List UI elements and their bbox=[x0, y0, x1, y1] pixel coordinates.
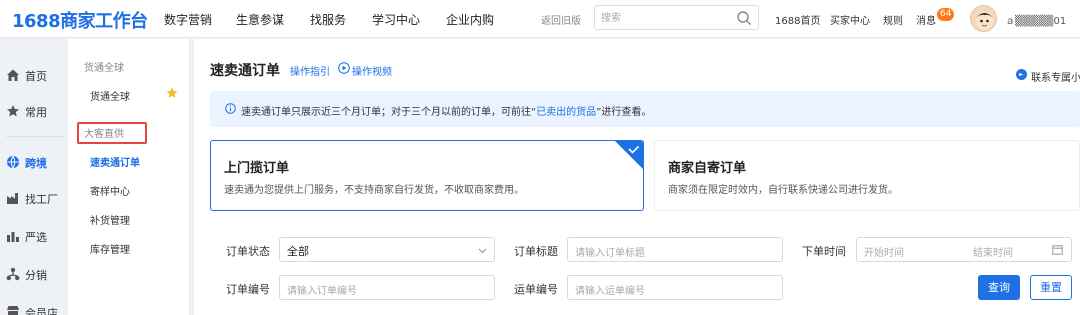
top-bar: 1688商家工作台 数字营销 生意参谋 找服务 学习中心 企业内购 返回旧版 1… bbox=[0, 0, 1080, 38]
username[interactable]: ａ▒▒▒▒▒01 bbox=[1005, 12, 1066, 27]
search-box bbox=[594, 5, 759, 30]
order-title-placeholder: 请输入订单标题 bbox=[575, 248, 645, 259]
card-description: 速卖通为您提供上门服务，不支持商家自行发货，不收取商家费用。 bbox=[224, 185, 524, 196]
order-status-value: 全部 bbox=[287, 245, 309, 258]
store-icon bbox=[7, 306, 19, 315]
message-count-badge: 64 bbox=[937, 8, 955, 21]
search-icon[interactable] bbox=[736, 10, 752, 26]
factory-icon bbox=[7, 193, 18, 204]
notice-text: 速卖通订单只展示近三个月订单；对于三个月以前的订单，可前往“已卖出的货品”进行查… bbox=[241, 103, 651, 118]
order-number-placeholder: 请输入订单编号 bbox=[287, 286, 357, 297]
rail-item-member-store[interactable]: 会员店 bbox=[0, 297, 68, 315]
chart-icon bbox=[7, 232, 19, 242]
nav-enterprise-purchase[interactable]: 企业内购 bbox=[446, 11, 494, 28]
submenu-item-inventory[interactable]: 库存管理 bbox=[90, 241, 130, 256]
rail-item-label: 会员店 bbox=[25, 307, 58, 315]
order-number-label: 订单编号 bbox=[226, 283, 270, 296]
order-status-select[interactable]: 全部 bbox=[279, 237, 495, 262]
rail-item-label: 严选 bbox=[25, 231, 47, 244]
rail-item-frequent[interactable]: 常用 bbox=[0, 96, 68, 126]
rail-item-selected[interactable]: 严选 bbox=[0, 221, 68, 251]
nav-business-advisor[interactable]: 生意参谋 bbox=[236, 11, 284, 28]
secondary-sidebar: 货通全球 货通全球 大客直供 速卖通订单 寄样中心 补货管理 库存管理 bbox=[68, 39, 190, 315]
rail-item-find-factory[interactable]: 找工厂 bbox=[0, 183, 68, 213]
info-notice: 速卖通订单只展示近三个月订单；对于三个月以前的订单，可前往“已卖出的货品”进行查… bbox=[210, 91, 1080, 127]
order-date-range-picker[interactable]: 开始时间 结束时间 bbox=[856, 237, 1072, 262]
order-time-label: 下单时间 bbox=[802, 245, 846, 258]
notice-text-after: ”进行查看。 bbox=[596, 107, 652, 118]
submenu-item-global[interactable]: 货通全球 bbox=[90, 88, 130, 103]
main-content: 速卖通订单 操作指引 操作视频 联系专属小二 速卖通订单只展示近三个月订单；对于… bbox=[194, 39, 1080, 315]
card-description: 商家须在限定时效内，自行联系快递公司进行发货。 bbox=[668, 185, 898, 196]
search-input[interactable] bbox=[601, 10, 731, 26]
operation-guide-link[interactable]: 操作指引 bbox=[290, 63, 330, 78]
rail-item-label: 常用 bbox=[25, 106, 47, 119]
info-icon bbox=[225, 103, 236, 114]
chevron-down-icon bbox=[478, 248, 487, 254]
contact-assistant-link[interactable]: 联系专属小二 bbox=[1031, 69, 1080, 84]
card-title: 商家自寄订单 bbox=[668, 161, 747, 176]
nav-digital-marketing[interactable]: 数字营销 bbox=[164, 11, 212, 28]
globe-icon bbox=[7, 155, 19, 169]
rail-divider bbox=[6, 136, 64, 137]
order-type-card-pickup[interactable]: 上门揽订单 速卖通为您提供上门服务，不支持商家自行发货，不收取商家费用。 bbox=[210, 140, 644, 211]
page-title: 速卖通订单 bbox=[210, 63, 280, 79]
rail-item-distribution[interactable]: 分销 bbox=[0, 259, 68, 289]
selected-check-icon bbox=[615, 141, 643, 169]
waybill-number-input[interactable]: 请输入运单编号 bbox=[567, 275, 783, 300]
notice-text-before: 速卖通订单只展示近三个月订单；对于三个月以前的订单，可前往“ bbox=[241, 107, 537, 118]
star-icon bbox=[7, 105, 19, 117]
order-number-input[interactable]: 请输入订单编号 bbox=[279, 275, 495, 300]
submenu-item-aliexpress-orders[interactable]: 速卖通订单 bbox=[90, 154, 140, 169]
order-status-label: 订单状态 bbox=[226, 245, 270, 258]
chat-icon[interactable] bbox=[1016, 69, 1027, 80]
play-icon[interactable] bbox=[338, 62, 350, 74]
waybill-number-label: 运单编号 bbox=[514, 283, 558, 296]
order-type-card-self-ship[interactable]: 商家自寄订单 商家须在限定时效内，自行联系快递公司进行发货。 bbox=[654, 140, 1080, 211]
submenu-item-restock[interactable]: 补货管理 bbox=[90, 212, 130, 227]
start-time-placeholder: 开始时间 bbox=[864, 248, 904, 259]
rail-item-cross-border[interactable]: 跨境 bbox=[0, 147, 68, 177]
app-logo[interactable]: 1688商家工作台 bbox=[12, 7, 148, 33]
end-time-placeholder: 结束时间 bbox=[973, 248, 1013, 259]
calendar-icon bbox=[1052, 245, 1063, 255]
operation-video-link[interactable]: 操作视频 bbox=[352, 63, 392, 78]
annotation-highlight-box bbox=[77, 122, 147, 144]
rail-item-label: 跨境 bbox=[25, 157, 47, 170]
favorite-star-icon[interactable] bbox=[166, 87, 178, 99]
home-icon bbox=[7, 69, 19, 81]
rail-item-label: 找工厂 bbox=[25, 193, 58, 206]
order-title-label: 订单标题 bbox=[514, 245, 558, 258]
search-button[interactable]: 查询 bbox=[978, 275, 1020, 300]
card-title: 上门揽订单 bbox=[224, 161, 290, 176]
reset-button[interactable]: 重置 bbox=[1030, 275, 1072, 300]
rail-item-label: 分销 bbox=[25, 269, 47, 282]
sold-goods-link[interactable]: 已卖出的货品 bbox=[536, 107, 596, 118]
avatar-cartoon-icon bbox=[975, 12, 994, 30]
order-title-input[interactable]: 请输入订单标题 bbox=[567, 237, 783, 262]
nav-learning-center[interactable]: 学习中心 bbox=[372, 11, 420, 28]
distribution-icon bbox=[6, 267, 20, 281]
waybill-number-placeholder: 请输入运单编号 bbox=[575, 286, 645, 297]
back-to-old-version-link[interactable]: 返回旧版 bbox=[541, 12, 581, 27]
primary-sidebar: 首页 常用 跨境 找工厂 严选 分销 会员店 bbox=[0, 39, 68, 315]
submenu-item-sample-center[interactable]: 寄样中心 bbox=[90, 183, 130, 198]
rail-item-home[interactable]: 首页 bbox=[0, 60, 68, 90]
rail-item-label: 首页 bbox=[25, 70, 47, 83]
avatar[interactable] bbox=[970, 5, 997, 32]
submenu-group-global: 货通全球 bbox=[84, 63, 124, 74]
link-1688-home[interactable]: 1688首页 bbox=[775, 12, 820, 27]
link-messages[interactable]: 消息 bbox=[916, 12, 936, 27]
link-rules[interactable]: 规则 bbox=[883, 12, 903, 27]
link-buyer-center[interactable]: 买家中心 bbox=[830, 12, 870, 27]
nav-find-service[interactable]: 找服务 bbox=[310, 11, 346, 28]
